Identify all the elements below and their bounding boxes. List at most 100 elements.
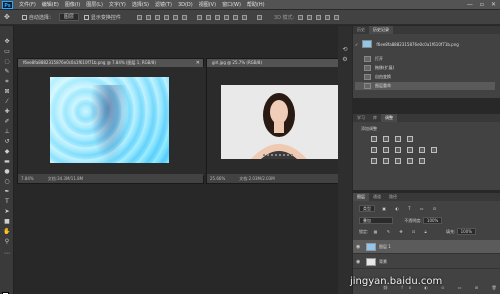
maximize-button[interactable]: ▫ (480, 1, 484, 8)
frame-tool[interactable]: ⊠ (3, 88, 11, 95)
rectangle-tool[interactable]: ■ (3, 218, 11, 225)
show-transform-checkbox[interactable] (83, 14, 89, 20)
quick-select-tool[interactable]: ✎ (3, 68, 11, 75)
channel-mixer-icon[interactable] (431, 147, 437, 153)
more-tools-icon[interactable]: ⋯ (3, 250, 11, 257)
distribute-hcenter-icon[interactable] (232, 14, 238, 20)
eraser-tool[interactable]: ◆ (3, 148, 11, 155)
history-snapshot[interactable]: ✓ f6ee8fa8882315876e0c0a1f610f71b.png (355, 38, 459, 50)
lock-icons[interactable]: ▦ ✎ ✥ ⊡ 🔒︎ (374, 229, 431, 234)
water-portrait-image[interactable] (50, 77, 169, 163)
type-tool[interactable]: T (3, 198, 11, 205)
auto-select-option[interactable]: 自动选择： (21, 14, 54, 21)
clone-stamp-tool[interactable]: ⊥ (3, 128, 11, 135)
distribute-vcenter-icon[interactable] (205, 14, 211, 20)
marquee-tool[interactable]: ▭ (3, 48, 11, 55)
close-button[interactable]: ✕ (491, 1, 496, 8)
document-title[interactable]: f6ee8fa8882315876e0c0a1f610f71b.png @ 7.… (18, 59, 203, 67)
distribute-left-icon[interactable] (223, 14, 229, 20)
portrait-photo[interactable] (221, 85, 338, 159)
healing-brush-tool[interactable]: ✚ (3, 108, 11, 115)
layer-kind-dropdown[interactable]: 类型 (359, 205, 375, 212)
close-icon[interactable]: ✕ (196, 59, 200, 67)
menu-type[interactable]: 文字(Y) (106, 1, 129, 8)
document-title[interactable]: girl.jpg @ 25.7% (RGB/8)✕ (207, 59, 346, 67)
align-hcenter-icon[interactable] (172, 14, 178, 20)
exposure-icon[interactable] (407, 136, 413, 142)
3d-slide-icon[interactable] (325, 14, 331, 20)
3d-roll-icon[interactable] (307, 14, 313, 20)
align-bottom-icon[interactable] (154, 14, 160, 20)
move-tool-icon[interactable]: ✥ (4, 13, 10, 21)
tab-history[interactable]: 历史记录 (369, 26, 393, 34)
minimize-button[interactable]: — (467, 1, 473, 8)
history-item[interactable]: 打开 (362, 55, 383, 63)
menu-image[interactable]: 图像(I) (62, 1, 83, 8)
gradient-tool[interactable]: ▬ (3, 158, 11, 165)
crop-tool[interactable]: ⌗ (3, 78, 11, 85)
filter-icons[interactable]: ▣ ◐ T ▭ ⊡ (382, 206, 440, 211)
blur-tool[interactable]: ● (3, 168, 11, 175)
tab-libraries[interactable]: 库 (369, 114, 381, 122)
photo-filter-icon[interactable] (419, 147, 425, 153)
black-white-icon[interactable] (407, 147, 413, 153)
zoom-level[interactable]: 7.84% (21, 176, 34, 181)
posterize-icon[interactable] (383, 158, 389, 164)
zoom-tool[interactable]: ⚲ (3, 238, 11, 245)
brightness-contrast-icon[interactable] (371, 136, 377, 142)
hand-tool[interactable]: ✋ (3, 228, 11, 235)
auto-align-icon[interactable] (256, 14, 262, 20)
levels-icon[interactable] (383, 136, 389, 142)
history-item[interactable]: 拖移(扩展) (362, 64, 394, 72)
layer-row-selected[interactable]: ◉ 图层 1 (353, 240, 500, 254)
layer-row[interactable]: ◉ 背景 (353, 255, 500, 269)
menu-3d[interactable]: 3D(D) (175, 2, 196, 8)
menu-layer[interactable]: 图层(L) (83, 1, 106, 8)
align-right-icon[interactable] (181, 14, 187, 20)
menu-file[interactable]: 文件(F) (16, 1, 39, 8)
lasso-tool[interactable]: ◌ (3, 58, 11, 65)
3d-pan-icon[interactable] (316, 14, 322, 20)
selective-color-icon[interactable] (407, 158, 413, 164)
history-panel-icon[interactable]: ⟲ (341, 46, 349, 53)
distribute-right-icon[interactable] (241, 14, 247, 20)
3d-rotate-icon[interactable] (298, 14, 304, 20)
history-brush-tool[interactable]: ↺ (3, 138, 11, 145)
brush-tool[interactable]: ✐ (3, 118, 11, 125)
path-select-tool[interactable]: ➤ (3, 208, 11, 215)
gradient-map-icon[interactable] (419, 158, 425, 164)
threshold-icon[interactable] (395, 158, 401, 164)
3d-scale-icon[interactable] (334, 14, 340, 20)
opacity-input[interactable]: 100% (422, 217, 443, 224)
tab-adjustments[interactable]: 调整 (381, 114, 397, 122)
move-tool[interactable]: ✥ (3, 38, 11, 45)
history-item-selected[interactable]: 图层重命 (355, 82, 495, 90)
dodge-tool[interactable]: ○ (3, 178, 11, 185)
curves-icon[interactable] (395, 136, 401, 142)
visibility-eye-icon[interactable]: ◉ (356, 244, 363, 250)
menu-filter[interactable]: 滤镜(T) (152, 1, 175, 8)
zoom-level[interactable]: 25.66% (210, 176, 225, 181)
hue-saturation-icon[interactable] (383, 147, 389, 153)
tab-channels[interactable]: 通道 (369, 193, 385, 201)
distribute-top-icon[interactable] (196, 14, 202, 20)
menu-help[interactable]: 帮助(H) (244, 1, 268, 8)
visibility-eye-icon[interactable]: ◉ (356, 259, 363, 265)
vibrance-icon[interactable] (371, 147, 377, 153)
menu-edit[interactable]: 编辑(E) (39, 1, 62, 8)
fill-input[interactable]: 100% (456, 228, 477, 235)
align-vcenter-icon[interactable] (145, 14, 151, 20)
align-top-icon[interactable] (136, 14, 142, 20)
show-transform-option[interactable]: 显示变换控件 (83, 14, 121, 21)
eyedropper-tool[interactable]: ⁄ (3, 98, 11, 105)
auto-select-checkbox[interactable] (21, 14, 27, 20)
color-balance-icon[interactable] (395, 147, 401, 153)
menu-window[interactable]: 窗口(W) (219, 1, 244, 8)
menu-view[interactable]: 视图(V) (196, 1, 219, 8)
auto-select-dropdown[interactable]: 图层 (58, 13, 79, 21)
tab-layers[interactable]: 图层 (353, 193, 369, 201)
tab-paths[interactable]: 路径 (385, 193, 401, 201)
distribute-bottom-icon[interactable] (214, 14, 220, 20)
tab-history-short[interactable]: 历史 (353, 26, 369, 34)
tab-learn[interactable]: 学习 (353, 114, 369, 122)
